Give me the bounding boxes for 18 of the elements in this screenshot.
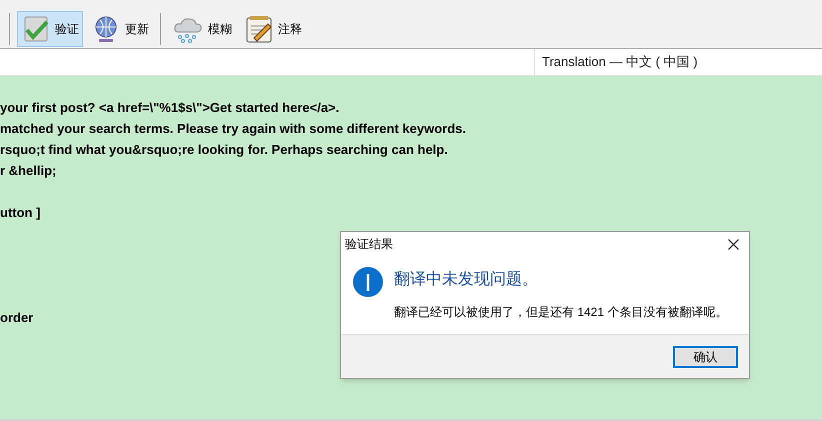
table-cell-text: your first post? <a href=\"%1$s\">Get started here</a>. bbox=[0, 98, 340, 117]
info-icon bbox=[352, 266, 384, 298]
table-cell-text: rsquo;t find what you&rsquo;re looking for. Perhaps searching can help. bbox=[0, 140, 448, 159]
close-icon[interactable] bbox=[728, 238, 739, 250]
toolbar-button[interactable]: 更新 bbox=[87, 10, 153, 46]
dialog-heading: 翻译中未发现问题。 bbox=[394, 270, 539, 290]
dialog-title: 验证结果 bbox=[345, 236, 393, 253]
toolbar-button[interactable]: 模糊 bbox=[168, 10, 236, 46]
dialog-message: 翻译已经可以被使用了，但是还有 1421 个条目没有被翻译呢。 bbox=[394, 304, 728, 321]
table-cell-text: utton ] bbox=[0, 204, 40, 222]
notepad-pencil-icon bbox=[244, 14, 274, 44]
table-cell-text: r &hellip; bbox=[0, 162, 56, 180]
toolbar-button[interactable]: 验证 bbox=[17, 10, 83, 46]
table-cell-text: order bbox=[0, 308, 34, 327]
confirm-button[interactable]: 确认 bbox=[673, 346, 738, 368]
toolbar-button[interactable]: 注释 bbox=[240, 10, 306, 46]
table-cell-text: matched your search terms. Please try again with some different keywords. bbox=[0, 120, 466, 138]
column-header[interactable]: Translation — 中文 ( 中国 ) bbox=[535, 49, 705, 75]
